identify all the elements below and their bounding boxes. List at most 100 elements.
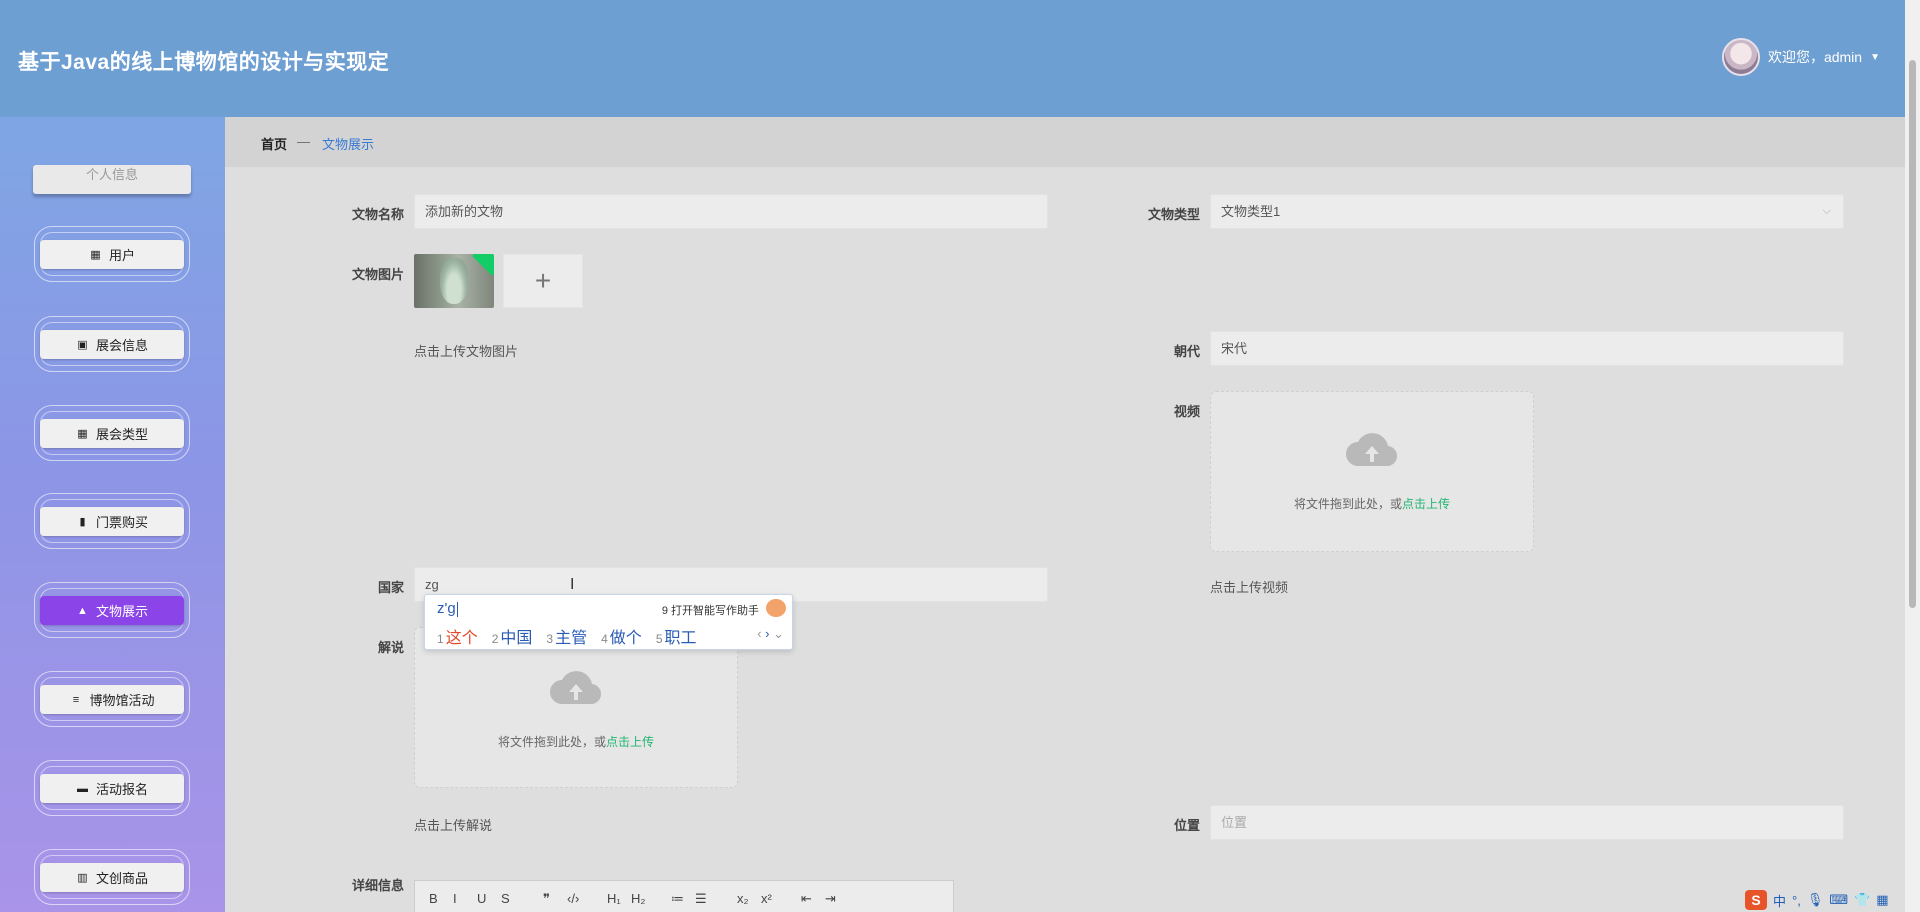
editor-tool-button[interactable]: ☰ [695, 891, 707, 907]
ime-page-nav[interactable]: ‹ › ⌄ [757, 626, 784, 642]
top-header: 基于Java的线上博物馆的设计与实现定 欢迎您，admin ▼ [0, 0, 1920, 117]
page-scrollbar[interactable] [1905, 0, 1920, 912]
ime-input-text: z'g [437, 600, 456, 617]
sidebar-item-label: 博物馆活动 [89, 693, 155, 708]
sidebar-item-button[interactable]: ▦ 展会类型 [40, 419, 184, 448]
editor-tool-button[interactable]: x₂ [737, 891, 749, 906]
ime-candidate[interactable]: 5 职工 [656, 624, 697, 648]
sidebar-item-7[interactable]: ▥ 文创商品 [34, 849, 190, 905]
breadcrumb: 首页 — 文物展示 [225, 117, 1905, 167]
uploaded-image-thumbnail[interactable] [414, 254, 494, 308]
ime-composition: z'g [437, 600, 458, 617]
editor-tool-button[interactable]: ❞ [543, 891, 550, 907]
video-hint: 点击上传视频 [1210, 580, 1289, 595]
sidebar-item-button[interactable]: ▥ 文创商品 [40, 863, 184, 892]
type-select[interactable]: 文物类型1 ⌵ [1210, 194, 1844, 229]
rich-text-editor-toolbar: B I U S ❞ ‹/› H₁ H₂ ≔ ☰ x₂ x² ⇤ ⇥ [414, 880, 954, 912]
name-input[interactable]: 添加新的文物 [414, 194, 1048, 229]
upload-cloud-icon [1346, 433, 1398, 467]
sidebar-item-5[interactable]: ≡ 博物馆活动 [34, 671, 190, 727]
commentary-upload-dropzone[interactable]: 将文件拖到此处，或点击上传 [414, 627, 738, 788]
editor-tool-button[interactable]: U [477, 891, 486, 906]
skin-icon[interactable]: 👕 [1854, 892, 1870, 908]
sidebar-item-button[interactable]: ▬ 活动报名 [40, 774, 184, 803]
ime-assist-link[interactable]: 9 打开智能写作助手 [662, 602, 759, 618]
avatar[interactable] [1721, 38, 1760, 76]
microphone-icon[interactable]: 🎙 [1807, 892, 1824, 908]
video-upload-text: 将文件拖到此处，或点击上传 [1211, 495, 1533, 512]
user-icon: ▲ [77, 604, 88, 617]
sidebar-item-label: 文创商品 [95, 871, 148, 886]
editor-tool-button[interactable]: B [429, 891, 438, 906]
editor-tool-button[interactable]: H₁ [607, 891, 621, 906]
editor-tool-button[interactable]: S [501, 891, 510, 906]
ime-candidate[interactable]: 1 这个 [437, 624, 478, 648]
bar-chart-icon: ▮ [79, 516, 86, 528]
position-input[interactable]: 位置 [1210, 805, 1844, 840]
editor-tool-button[interactable]: ‹/› [567, 891, 579, 906]
sidebar-item-button[interactable]: ▲ 文物展示 [40, 596, 184, 625]
commentary-label: 解说 [377, 640, 404, 655]
type-select-value: 文物类型1 [1221, 204, 1281, 219]
ime-candidate[interactable]: 3 主管 [546, 624, 587, 648]
ime-candidate[interactable]: 2 中国 [492, 624, 533, 648]
upload-link[interactable]: 点击上传 [606, 735, 654, 749]
sidebar-item-1[interactable]: ▣ 展会信息 [34, 316, 190, 372]
sidebar-item-2[interactable]: ▦ 展会类型 [34, 405, 190, 461]
dynasty-input[interactable]: 宋代 [1210, 331, 1844, 366]
sidebar-item-0[interactable]: ▦ 用户 [34, 226, 190, 282]
commentary-hint: 点击上传解说 [414, 818, 493, 833]
sidebar-item-label: 文物展示 [95, 604, 148, 619]
vase-image [440, 258, 468, 304]
editor-tool-button[interactable]: ⇥ [825, 891, 836, 907]
assistant-icon[interactable] [766, 599, 786, 617]
sidebar-item-button[interactable]: ▦ 用户 [40, 240, 184, 269]
sogou-logo-icon[interactable]: S [1745, 890, 1767, 910]
image-label: 文物图片 [351, 267, 404, 282]
toolbox-icon[interactable]: ▦ [1876, 892, 1888, 908]
video-upload-dropzone[interactable]: 将文件拖到此处，或点击上传 [1210, 391, 1534, 552]
editor-tool-button[interactable]: x² [761, 891, 772, 906]
ime-lang-indicator[interactable]: 中 [1773, 891, 1786, 910]
punctuation-icon[interactable]: °, [1792, 893, 1801, 908]
detail-label: 详细信息 [351, 878, 404, 893]
editor-tool-button[interactable]: I [453, 891, 457, 906]
sidebar-item-button[interactable]: ▣ 展会信息 [40, 330, 184, 359]
sidebar-item-label: 展会信息 [95, 338, 148, 353]
sidebar-item-6[interactable]: ▬ 活动报名 [34, 760, 190, 816]
ime-candidate-popup: z'g 9 打开智能写作助手 1 这个 2 中国 3 主管 4 做个 5 职工 ‹ › ⌄ [424, 594, 793, 650]
video-label: 视频 [1173, 404, 1200, 419]
sidebar-item-button[interactable]: ▮ 门票购买 [40, 507, 184, 536]
book-icon: ▥ [77, 872, 88, 884]
grid-icon: ▦ [77, 428, 88, 440]
welcome-text[interactable]: 欢迎您，admin [1768, 47, 1862, 67]
chevron-down-icon[interactable]: ▼ [1870, 52, 1880, 63]
sidebar-item-4[interactable]: ▲ 文物展示 [34, 582, 190, 638]
sidebar-item-button[interactable]: ≡ 博物馆活动 [40, 685, 184, 714]
editor-tool-button[interactable]: ⇤ [801, 891, 812, 907]
sidebar-item-label: 活动报名 [95, 782, 148, 797]
keyboard-icon[interactable]: ⌨ [1829, 892, 1848, 908]
editor-tool-button[interactable]: H₂ [631, 891, 645, 906]
sidebar-item-3[interactable]: ▮ 门票购买 [34, 493, 190, 549]
breadcrumb-home[interactable]: 首页 [261, 134, 287, 153]
clipboard-icon: ▣ [77, 339, 88, 351]
upload-link[interactable]: 点击上传 [1402, 497, 1450, 511]
upload-instruction: 将文件拖到此处，或 [497, 735, 606, 749]
ime-tray: S 中 °, 🎙 ⌨ 👕 ▦ [1745, 889, 1889, 911]
add-image-button[interactable]: + [503, 254, 583, 308]
scrollbar-thumb[interactable] [1909, 60, 1916, 608]
country-label: 国家 [377, 580, 404, 595]
upload-success-icon [472, 254, 494, 276]
user-menu[interactable]: 欢迎您，admin ▼ [1721, 38, 1880, 76]
ime-candidate[interactable]: 4 做个 [601, 624, 642, 648]
grid-icon: ▦ [90, 249, 101, 261]
name-label: 文物名称 [351, 207, 404, 222]
sidebar-item-profile[interactable]: 个人信息 [33, 165, 191, 194]
briefcase-icon: ▬ [76, 782, 88, 795]
upload-cloud-icon [550, 671, 602, 705]
editor-tool-button[interactable]: ≔ [671, 891, 684, 907]
image-hint: 点击上传文物图片 [414, 344, 519, 359]
sidebar-item-label: 展会类型 [95, 427, 148, 442]
chevron-down-icon: ⌵ [1822, 205, 1831, 217]
